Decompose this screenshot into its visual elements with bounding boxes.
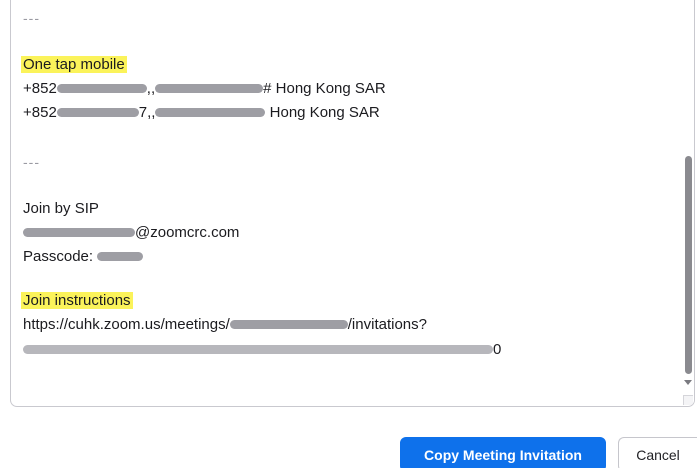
- phone-number-line-1: +852,, # Hong Kong SAR: [23, 77, 386, 101]
- redacted-text: [23, 227, 135, 237]
- passcode-label: Passcode:: [23, 248, 94, 265]
- redacted-text: [97, 251, 144, 261]
- url-tail: 0: [493, 341, 502, 358]
- one-tap-mobile-label: One tap mobile: [21, 56, 127, 73]
- phone-prefix: +852: [23, 104, 57, 121]
- instructions-url-prefix: https://cuhk.zoom.us/meetings/: [23, 316, 230, 333]
- invitation-text-area[interactable]: --- One tap mobile +852,, # Hong Kong SAR…: [10, 0, 695, 407]
- copy-meeting-invitation-button[interactable]: Copy Meeting Invitation: [400, 437, 606, 468]
- redacted-text: [155, 83, 264, 93]
- redacted-text: [56, 83, 147, 93]
- scrollbar-thumb[interactable]: [685, 156, 692, 374]
- phone-separator: ,,: [146, 80, 156, 97]
- sip-domain: @zoomcrc.com: [135, 224, 240, 241]
- instructions-url-line: https://cuhk.zoom.us/meetings/ /invitatio…: [23, 313, 427, 337]
- instructions-url-continued: 0: [23, 338, 501, 362]
- resize-handle-icon[interactable]: [683, 395, 693, 405]
- instructions-url-suffix: /invitations?: [347, 316, 427, 333]
- phone-prefix: +852: [23, 80, 57, 97]
- separator: ---: [23, 10, 40, 26]
- phone-region: Hong Kong SAR: [269, 104, 380, 121]
- separator: ---: [23, 154, 40, 170]
- redacted-text: [229, 319, 348, 329]
- join-instructions-heading: Join instructions: [21, 289, 133, 313]
- phone-region: Hong Kong SAR: [275, 80, 386, 97]
- redacted-text: [56, 107, 139, 117]
- join-instructions-label: Join instructions: [21, 292, 133, 309]
- redacted-text: [23, 344, 493, 354]
- passcode-line: Passcode:: [23, 245, 144, 269]
- sip-address: @zoomcrc.com: [23, 221, 239, 245]
- redacted-text: [155, 107, 266, 117]
- vertical-scrollbar[interactable]: [683, 0, 694, 405]
- meeting-invitation-dialog: --- One tap mobile +852,, # Hong Kong SAR…: [0, 0, 697, 468]
- cancel-button[interactable]: Cancel: [618, 437, 697, 468]
- phone-separator: 7,,: [138, 104, 156, 121]
- phone-hash: #: [263, 80, 272, 97]
- phone-number-line-2: +852 7,, Hong Kong SAR: [23, 101, 380, 125]
- one-tap-mobile-heading: One tap mobile: [21, 53, 127, 77]
- scroll-down-arrow-icon[interactable]: [684, 380, 692, 385]
- join-by-sip-label: Join by SIP: [23, 200, 99, 217]
